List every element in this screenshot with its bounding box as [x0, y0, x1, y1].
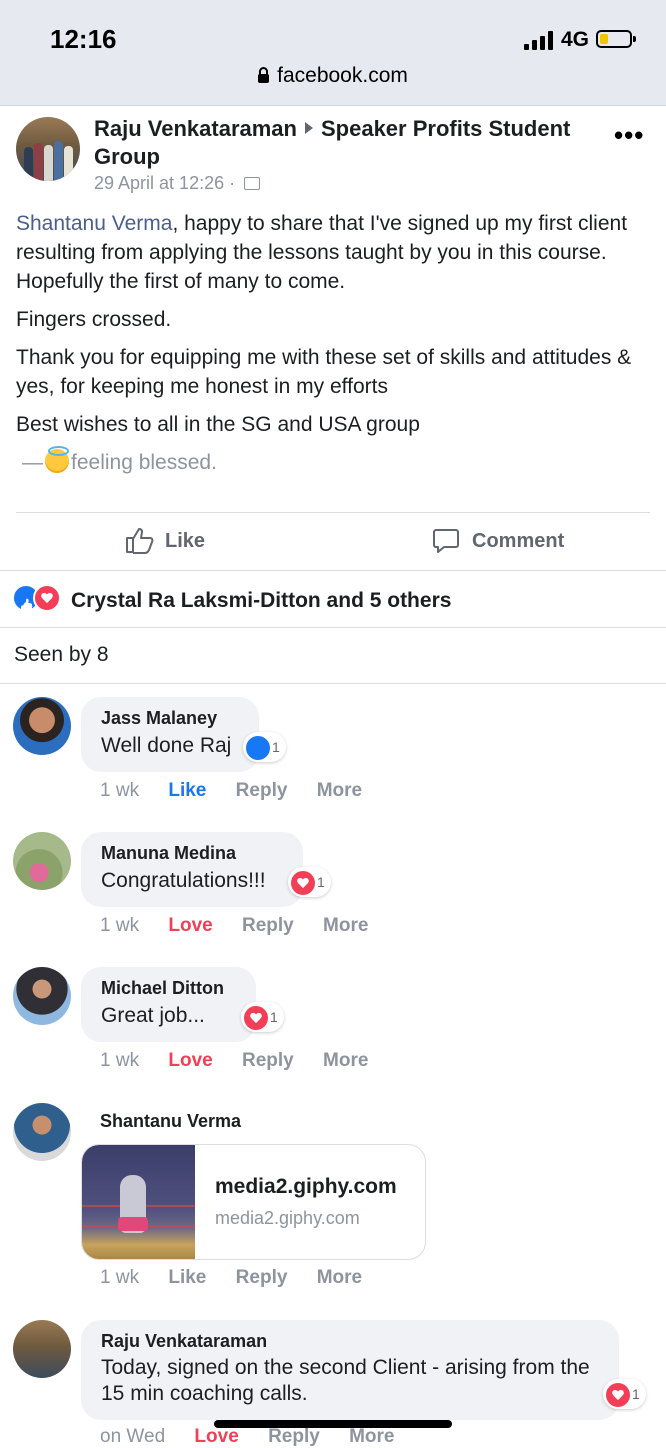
comment-reply-button[interactable]: Reply: [236, 1267, 288, 1288]
comment-reaction-count[interactable]: 1: [288, 867, 331, 897]
status-time: 12:16: [50, 24, 117, 54]
post-header: Raju Venkataraman Speaker Profits Student…: [94, 115, 594, 171]
thumbs-up-icon: [126, 528, 154, 554]
comment-actions: 1 wk Love Reply More: [100, 915, 369, 936]
like-reaction-icon: [246, 736, 270, 761]
comment-actions: on Wed Love Reply More: [100, 1426, 395, 1447]
comment-author[interactable]: Jass Malaney: [101, 707, 239, 729]
comment-like-button[interactable]: Love: [194, 1426, 238, 1447]
battery-icon: [596, 30, 636, 48]
comment-button[interactable]: Comment: [432, 526, 564, 556]
comment-like-button[interactable]: Love: [168, 1050, 212, 1071]
comment-reply-button[interactable]: Reply: [242, 1050, 294, 1071]
home-indicator[interactable]: [214, 1420, 452, 1428]
comment-reply-button[interactable]: Reply: [268, 1426, 320, 1447]
comment-avatar[interactable]: [13, 697, 71, 755]
comment-more-button[interactable]: More: [323, 915, 368, 936]
url-domain: facebook.com: [277, 64, 408, 87]
mention-link[interactable]: Shantanu Verma: [16, 212, 172, 235]
reactions-summary[interactable]: Crystal Ra Laksmi-Ditton and 5 others: [12, 584, 451, 616]
comment-bubble: Manuna Medina Congratulations!!!: [81, 832, 303, 907]
love-reaction-icon: [606, 1383, 630, 1408]
browser-top-bar: 12:16 4G facebook.com: [0, 0, 666, 106]
love-reaction-icon: [33, 584, 61, 612]
comment-avatar[interactable]: [13, 1320, 71, 1378]
divider: [16, 512, 650, 513]
love-reaction-icon: [244, 1006, 268, 1031]
post-paragraph: Fingers crossed.: [16, 308, 172, 331]
comment-reply-button[interactable]: Reply: [242, 915, 294, 936]
comment-avatar[interactable]: [13, 967, 71, 1025]
comment-more-button[interactable]: More: [317, 1267, 362, 1288]
comment-author[interactable]: Manuna Medina: [101, 842, 283, 864]
post-paragraph: Best wishes to all in the SG and USA gro…: [16, 413, 420, 436]
post-timestamp[interactable]: 29 April at 12:26 ·: [94, 173, 235, 193]
comment-actions: 1 wk Like Reply More: [100, 1267, 363, 1288]
comment-like-button[interactable]: Like: [168, 1267, 206, 1288]
group-privacy-icon: [244, 177, 261, 190]
comment-text: Well done Raj: [101, 734, 232, 757]
link-title: media2.giphy.com: [215, 1175, 397, 1198]
comment-avatar[interactable]: [13, 1103, 71, 1161]
halo-smiley-icon: [45, 446, 69, 473]
comment-text: Today, signed on the second Client - ari…: [101, 1356, 590, 1405]
comment-reply-button[interactable]: Reply: [236, 780, 288, 801]
comment-bubble: Jass Malaney Well done Raj: [81, 697, 259, 772]
post-paragraph: Thank you for equipping me with these se…: [16, 346, 632, 398]
lock-icon: [258, 67, 270, 83]
like-button[interactable]: Like: [125, 526, 205, 556]
post-body: Shantanu Verma, happy to share that I've…: [16, 209, 646, 486]
post-feeling: — feeling blessed.: [22, 446, 217, 474]
comment-bubble: Michael Ditton Great job...: [81, 967, 256, 1042]
comment-like-button[interactable]: Love: [168, 915, 212, 936]
network-type: 4G: [561, 28, 590, 51]
comment-text: Great job...: [101, 1004, 205, 1027]
post-paragraph: Shantanu Verma, happy to share that I've…: [16, 212, 628, 293]
link-domain: media2.giphy.com: [215, 1208, 360, 1228]
comment-more-button[interactable]: More: [317, 780, 362, 801]
comment-like-button[interactable]: Like: [168, 780, 206, 801]
post-meta: 29 April at 12:26 ·: [94, 173, 261, 194]
divider: [0, 683, 666, 684]
giphy-thumbnail: [82, 1145, 195, 1259]
comment-reaction-count[interactable]: 1: [241, 1002, 284, 1032]
love-reaction-icon: [291, 871, 315, 896]
comment-more-button[interactable]: More: [349, 1426, 394, 1447]
comment-actions: 1 wk Love Reply More: [100, 1050, 369, 1071]
comment-author[interactable]: Raju Venkataraman: [101, 1330, 599, 1352]
comment-bubble: Raju Venkataraman Today, signed on the s…: [81, 1320, 619, 1420]
link-preview-card[interactable]: media2.giphy.com media2.giphy.com: [81, 1144, 426, 1260]
comment-actions: 1 wk Like Reply More: [100, 780, 363, 801]
comment-reaction-count[interactable]: 1: [603, 1379, 646, 1409]
seen-by[interactable]: Seen by 8: [14, 643, 109, 667]
comment-author[interactable]: Michael Ditton: [101, 977, 236, 999]
comment-reaction-count[interactable]: 1: [243, 732, 286, 762]
divider: [0, 570, 666, 571]
comment-text: Congratulations!!!: [101, 869, 266, 892]
url-bar[interactable]: facebook.com: [0, 64, 666, 88]
comment-more-button[interactable]: More: [323, 1050, 368, 1071]
comment-icon: [433, 529, 459, 553]
comment-avatar[interactable]: [13, 832, 71, 890]
caret-right-icon: [304, 122, 313, 134]
author-avatar[interactable]: [16, 117, 80, 181]
more-options-icon[interactable]: •••: [614, 122, 644, 148]
signal-icon: [524, 30, 556, 50]
divider: [0, 627, 666, 628]
author-name[interactable]: Raju Venkataraman: [94, 116, 297, 141]
comment-author[interactable]: Shantanu Verma: [100, 1110, 241, 1132]
